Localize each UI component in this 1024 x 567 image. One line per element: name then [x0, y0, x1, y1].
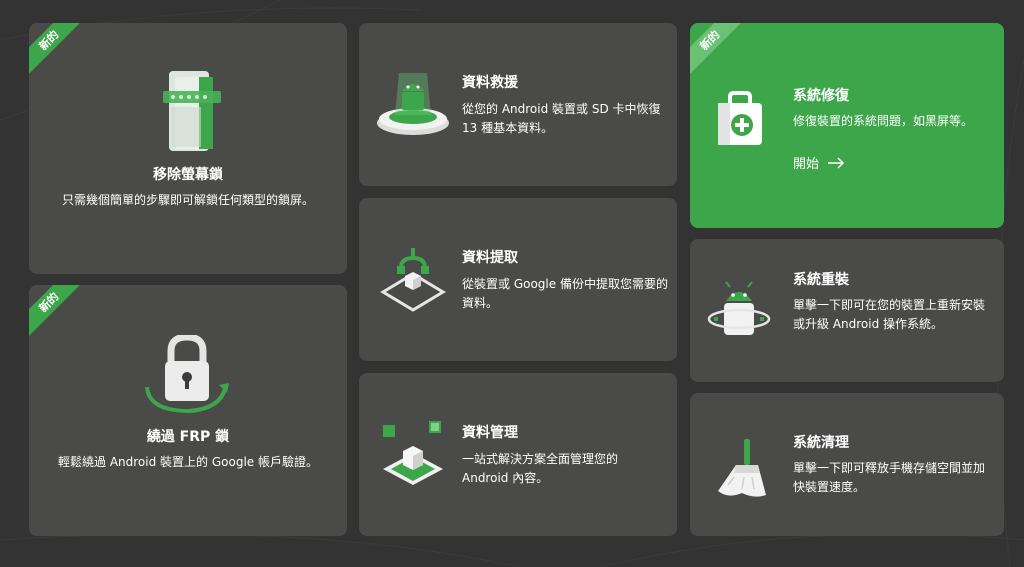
- card-description: 輕鬆繞過 Android 裝置上的 Google 帳戶驗證。: [58, 455, 318, 469]
- new-badge: 新的: [29, 23, 86, 77]
- card-data-recovery[interactable]: 資料救援 從您的 Android 裝置或 SD 卡中恢復 13 種基本資料。: [359, 23, 677, 186]
- start-link[interactable]: 開始: [793, 153, 845, 172]
- padlock-icon: [145, 335, 229, 414]
- broom-icon: [718, 439, 766, 497]
- android-reinstall-icon: [707, 281, 771, 335]
- card-title: 系統清理: [793, 435, 849, 451]
- card-system-reinstall[interactable]: 系統重裝 單擊一下即可在您的裝置上重新安裝或升級 Android 操作系統。: [690, 239, 1004, 382]
- card-title: 資料管理: [462, 425, 518, 441]
- card-system-cleanup[interactable]: 系統清理 單擊一下即可釋放手機存儲空間並加快裝置速度。: [690, 393, 1004, 536]
- phone-lock-icon: [163, 71, 221, 151]
- start-label: 開始: [793, 157, 820, 172]
- card-bypass-frp[interactable]: 新的 繞過 FRP 鎖 輕鬆繞過 Android 裝置上的 Google 帳戶驗…: [29, 285, 347, 536]
- card-description: 從裝置或 Google 備份中提取您需要的資料。: [462, 277, 668, 310]
- card-title: 資料救援: [462, 75, 518, 91]
- card-data-management[interactable]: 資料管理 一站式解決方案全面管理您的 Android 內容。: [359, 373, 677, 536]
- card-data-extraction[interactable]: 資料提取 從裝置或 Google 備份中提取您需要的資料。: [359, 198, 677, 361]
- new-badge: 新的: [690, 23, 747, 77]
- card-description: 從您的 Android 裝置或 SD 卡中恢復 13 種基本資料。: [462, 102, 661, 135]
- card-description: 單擊一下即可在您的裝置上重新安裝或升級 Android 操作系統。: [793, 298, 986, 331]
- card-description: 只需幾個簡單的步驟即可解鎖任何類型的鎖屏。: [61, 193, 314, 207]
- card-title: 移除螢幕鎖: [153, 167, 223, 183]
- arrow-right-icon: [828, 156, 845, 169]
- card-description: 一站式解決方案全面管理您的 Android 內容。: [462, 452, 619, 485]
- card-remove-screen-lock[interactable]: 新的 移除螢幕鎖 只需幾個簡單的步驟即可解鎖任何類型的鎖屏。: [29, 23, 347, 274]
- card-title: 系統修復: [793, 88, 849, 104]
- card-system-repair[interactable]: 新的 系統修復 修復裝置的系統問題，如黑屏等。 開始: [690, 23, 1004, 228]
- new-badge: 新的: [29, 285, 86, 339]
- card-title: 繞過 FRP 鎖: [146, 429, 230, 445]
- first-aid-kit-icon: [718, 91, 762, 145]
- card-description: 修復裝置的系統問題，如黑屏等。: [793, 114, 974, 128]
- android-recovery-icon: [377, 73, 449, 135]
- data-extract-icon: [380, 248, 446, 312]
- card-title: 資料提取: [462, 250, 518, 266]
- card-description: 單擊一下即可釋放手機存儲空間並加快裝置速度。: [793, 461, 986, 494]
- card-title: 系統重裝: [793, 272, 849, 288]
- data-manage-icon: [383, 421, 443, 485]
